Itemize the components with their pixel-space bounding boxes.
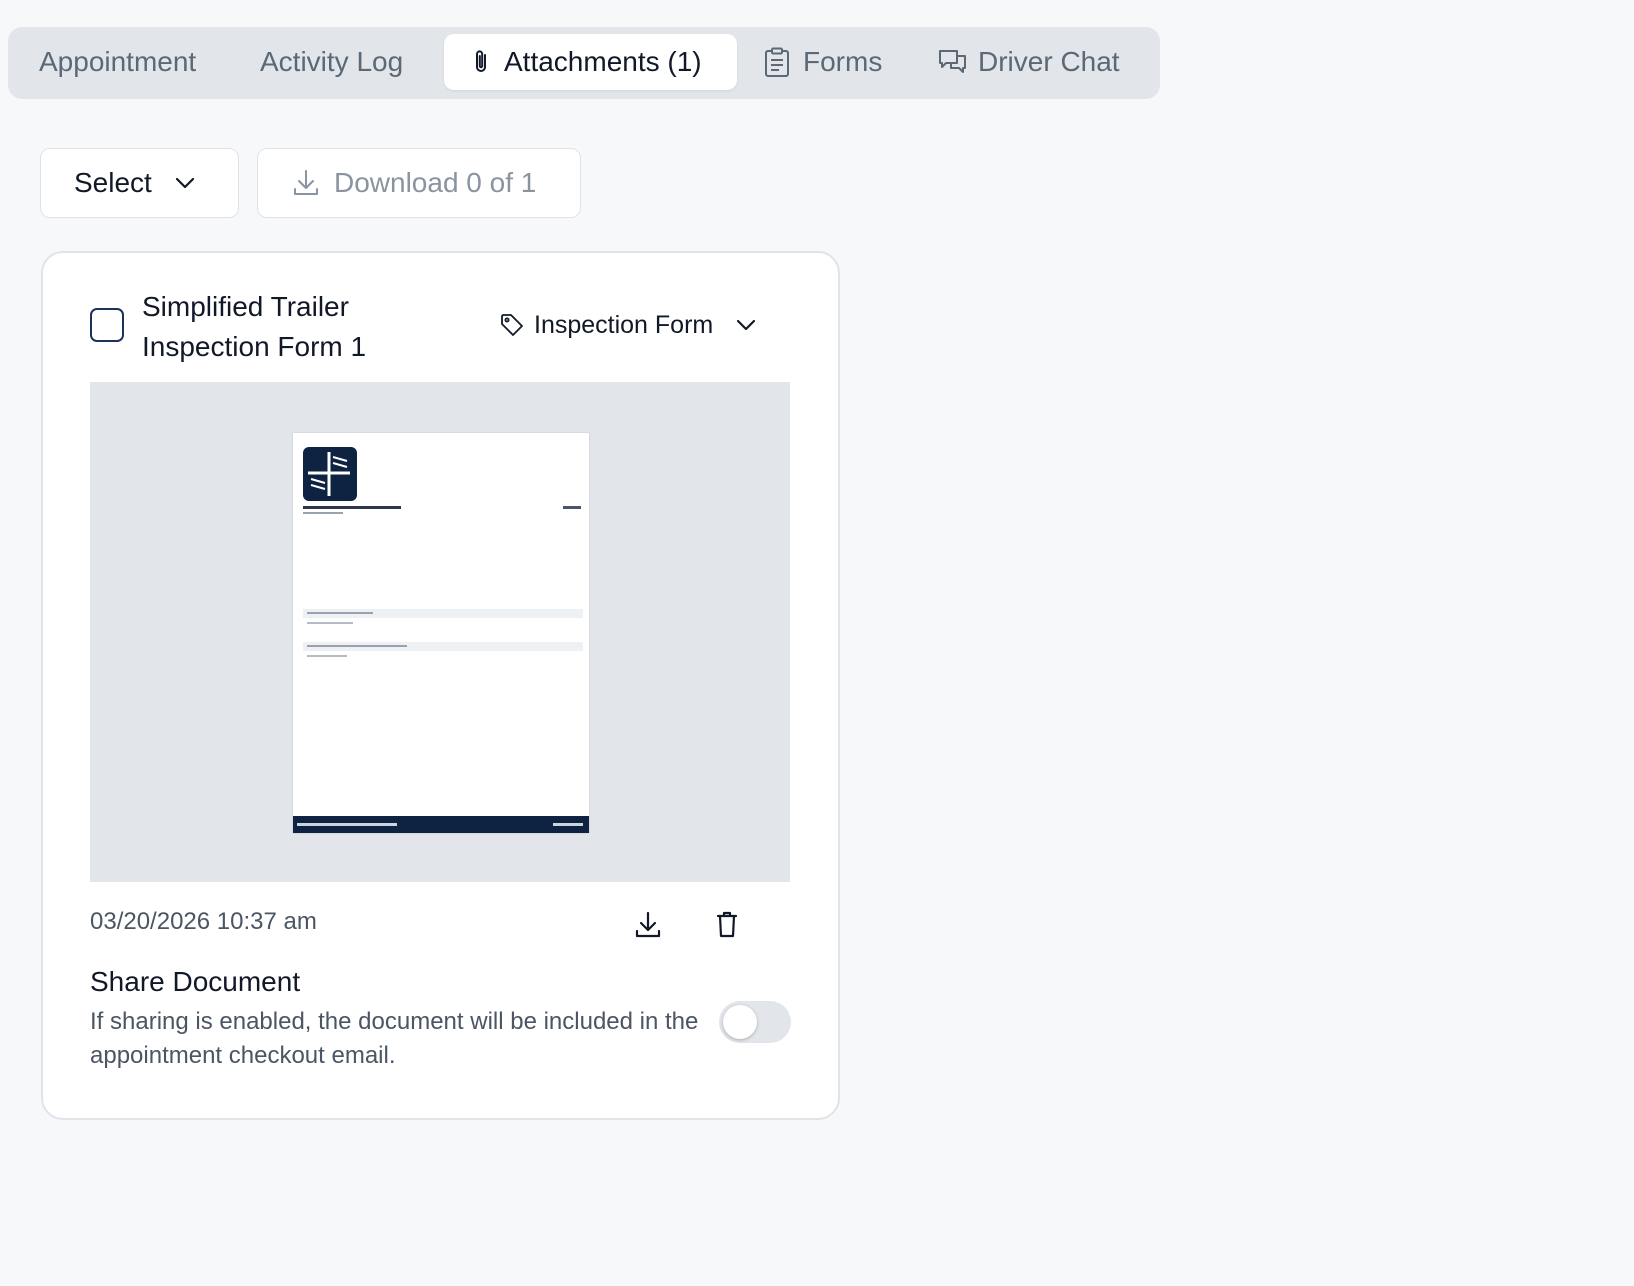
tag-icon — [500, 313, 524, 337]
chevron-down-icon — [174, 176, 196, 190]
clipboard-icon — [763, 47, 791, 77]
trash-icon — [715, 911, 739, 939]
tag-dropdown[interactable]: Inspection Form — [500, 305, 757, 345]
attachment-timestamp: 03/20/2026 10:37 am — [90, 908, 317, 935]
tag-label: Inspection Form — [534, 310, 714, 339]
chevron-down-icon — [735, 318, 757, 332]
share-document-title: Share Document — [90, 966, 301, 997]
tab-label: Forms — [803, 46, 883, 77]
download-icon — [292, 168, 320, 198]
delete-attachment-button[interactable] — [707, 905, 747, 945]
download-label: Download 0 of 1 — [334, 167, 537, 198]
thumbnail-content — [293, 447, 589, 833]
tab-activity-log[interactable]: Activity Log — [260, 34, 403, 90]
select-label: Select — [74, 167, 152, 198]
tab-label: Attachments (1) — [504, 46, 702, 77]
paperclip-icon — [470, 48, 492, 76]
attachment-title: Simplified Trailer Inspection Form 1 — [142, 291, 367, 362]
share-document-description: If sharing is enabled, the document will… — [90, 1008, 699, 1069]
toggle-knob — [723, 1005, 757, 1039]
download-icon — [634, 910, 662, 940]
document-thumbnail — [293, 433, 589, 833]
tab-forms[interactable]: Forms — [763, 34, 882, 90]
document-preview[interactable] — [90, 382, 790, 882]
download-attachment-button[interactable] — [628, 905, 668, 945]
share-toggle[interactable] — [719, 1001, 791, 1043]
tab-bar: Appointment Activity Log Attachments (1)… — [8, 27, 1160, 99]
tab-label: Activity Log — [260, 46, 404, 77]
tab-appointment[interactable]: Appointment — [39, 34, 196, 90]
download-selected-button[interactable]: Download 0 of 1 — [257, 148, 581, 218]
tab-attachments[interactable]: Attachments (1) — [444, 34, 737, 90]
tab-driver-chat[interactable]: Driver Chat — [938, 34, 1120, 90]
tab-label: Driver Chat — [978, 46, 1120, 77]
chat-bubbles-icon — [938, 48, 968, 76]
attachment-checkbox[interactable] — [90, 308, 124, 342]
tab-label: Appointment — [39, 46, 197, 77]
select-dropdown[interactable]: Select — [40, 148, 239, 218]
attachment-card: Simplified Trailer Inspection Form 1 Ins… — [41, 251, 840, 1120]
